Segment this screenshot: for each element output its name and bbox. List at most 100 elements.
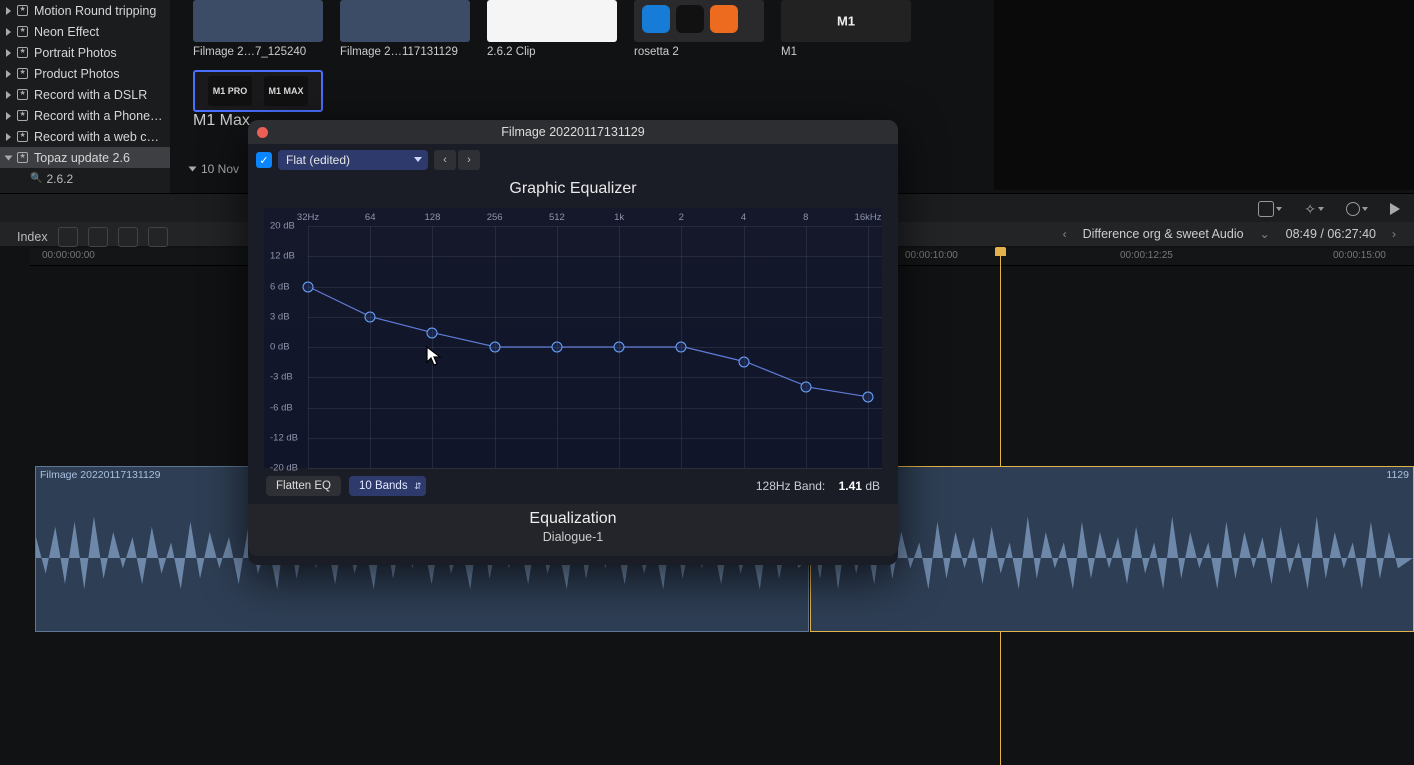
x-tick-label: 64 <box>365 212 376 223</box>
preset-next-button[interactable]: › <box>458 150 480 170</box>
preset-nav: ‹ › <box>434 150 480 170</box>
star-icon <box>17 47 28 58</box>
sidebar-item[interactable]: Product Photos <box>0 63 170 84</box>
disclosure-icon <box>6 49 11 57</box>
disclosure-icon <box>6 7 11 15</box>
media-thumb[interactable]: 2.6.2 Clip <box>487 0 617 58</box>
y-tick-label: -3 dB <box>270 372 293 383</box>
chevron-down-icon: ⌄ <box>1260 227 1270 241</box>
tool-transform[interactable] <box>1258 201 1282 217</box>
x-tick-label: 4 <box>741 212 746 223</box>
media-thumb[interactable]: M1 M1 <box>781 0 911 58</box>
thumb-label: rosetta 2 <box>634 46 764 58</box>
chip-left: M1 PRO <box>208 76 252 106</box>
star-icon <box>17 89 28 100</box>
disclosure-icon <box>6 133 11 141</box>
star-icon <box>17 68 28 79</box>
play-button[interactable] <box>1390 203 1400 215</box>
thumb-image <box>487 0 617 42</box>
y-tick-label: 20 dB <box>270 221 295 232</box>
eq-enable-checkbox[interactable]: ✓ <box>256 152 272 168</box>
panel-title: Filmage 20220117131129 <box>501 125 644 139</box>
y-tick-label: -12 dB <box>270 432 298 443</box>
x-tick-label: 16kHz <box>855 212 882 223</box>
thumb-image <box>340 0 470 42</box>
sidebar-item[interactable]: Record with a web c… <box>0 126 170 147</box>
ruler-tick: 00:00:10:00 <box>905 250 958 261</box>
thumb-image <box>193 0 323 42</box>
x-tick-label: 128 <box>425 212 441 223</box>
sidebar-item-label: Neon Effect <box>34 25 99 39</box>
tool-retime[interactable] <box>1346 202 1368 216</box>
eq-graph[interactable]: 20 dB12 dB6 dB3 dB0 dB-3 dB-6 dB-12 dB-2… <box>264 208 882 468</box>
eq-preset-select[interactable]: Flat (edited) <box>278 150 428 170</box>
x-tick-label: 1k <box>614 212 624 223</box>
history-back[interactable]: ‹ <box>1063 227 1067 241</box>
disclosure-icon <box>189 167 197 172</box>
x-tick-label: 32Hz <box>297 212 319 223</box>
sidebar-subitem[interactable]: 2.6.2 <box>0 168 170 189</box>
panel-header[interactable]: Filmage 20220117131129 <box>248 120 898 144</box>
thumb-label: Filmage 2…7_125240 <box>193 46 323 58</box>
flatten-eq-button[interactable]: Flatten EQ <box>266 476 341 496</box>
thumb-image: M1 <box>781 0 911 42</box>
audio-clip-selected[interactable]: 1129 <box>810 466 1414 632</box>
x-tick-label: 2 <box>679 212 684 223</box>
history-fwd[interactable]: › <box>1392 227 1396 241</box>
band-readout: 128Hz Band: 1.41 dB <box>756 479 880 493</box>
sidebar-item-label: Topaz update 2.6 <box>34 151 130 165</box>
thumb-image: M1 PRO M1 MAX <box>193 70 323 112</box>
star-icon <box>17 5 28 16</box>
y-tick-label: 12 dB <box>270 251 295 262</box>
sidebar-item-label: Product Photos <box>34 67 119 81</box>
clip-appearance-button[interactable] <box>58 227 78 247</box>
sidebar-item[interactable]: Neon Effect <box>0 21 170 42</box>
sidebar-item-selected[interactable]: Topaz update 2.6 <box>0 147 170 168</box>
star-icon <box>17 152 28 163</box>
tool-enhance[interactable]: ✧ <box>1304 201 1324 218</box>
date-group[interactable]: 10 Nov <box>190 162 239 176</box>
disclosure-icon <box>6 28 11 36</box>
bands-select[interactable]: 10 Bands <box>349 476 426 496</box>
y-tick-label: 6 dB <box>270 281 290 292</box>
timeline-title[interactable]: Difference org & sweet Audio <box>1083 227 1244 241</box>
sidebar-item[interactable]: Record with a Phone… <box>0 105 170 126</box>
clip-appearance-button[interactable] <box>148 227 168 247</box>
sidebar-item-label: Portrait Photos <box>34 46 117 60</box>
x-tick-label: 256 <box>487 212 503 223</box>
thumb-label: Filmage 2…117131129 <box>340 46 470 58</box>
star-icon <box>17 110 28 121</box>
sidebar-item-label: Record with a Phone… <box>34 109 163 123</box>
disclosure-icon <box>6 91 11 99</box>
disclosure-icon <box>5 155 13 160</box>
y-tick-label: -20 dB <box>270 463 298 474</box>
preset-prev-button[interactable]: ‹ <box>434 150 456 170</box>
clip-appearance-button[interactable] <box>88 227 108 247</box>
eq-section-label: Equalization Dialogue-1 <box>248 504 898 556</box>
sidebar-item-label: Record with a DSLR <box>34 88 147 102</box>
index-button[interactable]: Index <box>17 230 48 244</box>
waveform <box>811 485 1413 631</box>
ruler-tick: 00:00:00:00 <box>42 250 95 261</box>
sidebar-item-label: Record with a web c… <box>34 130 159 144</box>
media-thumb[interactable]: Filmage 2…7_125240 <box>193 0 323 58</box>
close-icon[interactable] <box>257 127 268 138</box>
sidebar-item[interactable]: Motion Round tripping <box>0 0 170 21</box>
chevron-down-icon <box>1362 207 1368 211</box>
rect-icon <box>1258 201 1274 217</box>
wand-icon: ✧ <box>1304 201 1316 218</box>
media-thumb[interactable]: rosetta 2 <box>634 0 764 58</box>
thumb-image <box>634 0 764 42</box>
clip-appearance-button[interactable] <box>118 227 138 247</box>
date-label: 10 Nov <box>201 162 239 176</box>
star-icon <box>17 26 28 37</box>
x-tick-label: 512 <box>549 212 565 223</box>
x-tick-label: 8 <box>803 212 808 223</box>
sidebar-item[interactable]: Portrait Photos <box>0 42 170 63</box>
media-thumb[interactable]: Filmage 2…117131129 <box>340 0 470 58</box>
chevron-down-icon <box>1318 207 1324 211</box>
thumb-label: M1 <box>781 46 911 58</box>
sidebar-item[interactable]: Record with a DSLR <box>0 84 170 105</box>
thumb-label: 2.6.2 Clip <box>487 46 617 58</box>
eq-graph-title: Graphic Equalizer <box>248 180 898 198</box>
